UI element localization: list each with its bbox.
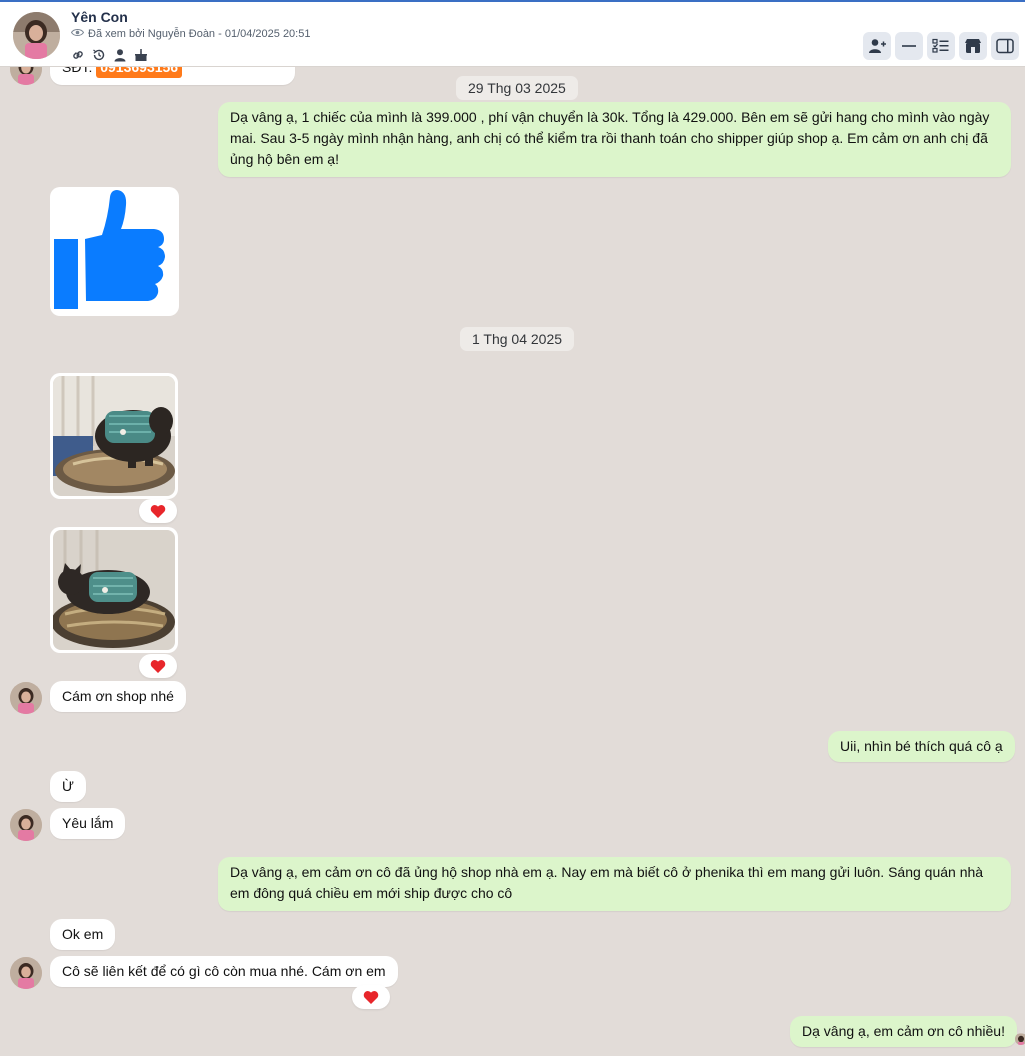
message-incoming[interactable]: Cô sẽ liên kết để có gì cô còn mua nhé. … <box>50 956 398 987</box>
contact-actions <box>70 47 148 62</box>
message-incoming[interactable]: Ừ <box>50 771 86 802</box>
link-icon[interactable] <box>70 47 85 62</box>
contact-avatar[interactable] <box>13 12 60 59</box>
heart-icon <box>150 504 166 518</box>
cat-photo[interactable] <box>50 527 178 653</box>
cat-on-mat-image <box>53 530 175 650</box>
reaction-heart[interactable] <box>139 499 177 523</box>
sender-avatar[interactable] <box>10 809 42 841</box>
contact-name[interactable]: Yên Con <box>71 9 128 25</box>
chat-header: Yên Con Đã xem bởi Nguyễn Đoàn - 01/04/2… <box>0 0 1025 67</box>
phone-number[interactable]: 0913693156 <box>96 67 183 78</box>
seen-status: Đã xem bởi Nguyễn Đoàn - 01/04/2025 20:5… <box>70 28 311 40</box>
message-outgoing[interactable]: Dạ vâng ạ, em cảm ơn cô nhiều! <box>790 1016 1017 1047</box>
checklist-icon[interactable] <box>927 32 955 60</box>
sender-avatar[interactable] <box>10 682 42 714</box>
heart-icon <box>150 659 166 673</box>
sender-avatar[interactable] <box>10 67 42 85</box>
phone-label: SĐT: <box>62 67 93 75</box>
seen-avatar <box>1015 1033 1025 1045</box>
date-separator: 29 Thg 03 2025 <box>456 76 578 100</box>
seen-text: Đã xem bởi Nguyễn Đoàn - 01/04/2025 20:5… <box>88 28 311 40</box>
reaction-heart[interactable] <box>352 985 390 1009</box>
person-icon[interactable] <box>112 47 127 62</box>
message-outgoing[interactable]: Dạ vâng ạ, em cảm ơn cô đã ủng hộ shop n… <box>218 857 1011 911</box>
cat-photo[interactable] <box>50 373 178 499</box>
message-outgoing[interactable]: Dạ vâng ạ, 1 chiếc của mình là 399.000 ,… <box>218 102 1011 177</box>
add-person-icon[interactable] <box>863 32 891 60</box>
like-sticker[interactable] <box>50 187 179 316</box>
message-incoming[interactable]: Cám ơn shop nhé <box>50 681 186 712</box>
date-separator: 1 Thg 04 2025 <box>460 327 575 351</box>
message-list[interactable]: SĐT: 0913693156 29 Thg 03 2025 Dạ vâng ạ… <box>0 67 1025 1056</box>
sender-avatar[interactable] <box>10 957 42 989</box>
message-outgoing[interactable]: Uii, nhìn bé thích quá cô ạ <box>828 731 1015 762</box>
message-phone[interactable]: SĐT: 0913693156 <box>50 67 295 85</box>
history-icon[interactable] <box>91 47 106 62</box>
panel-toggle-icon[interactable] <box>991 32 1019 60</box>
message-incoming[interactable]: Ok em <box>50 919 116 950</box>
eye-icon <box>70 28 85 40</box>
minimize-icon[interactable] <box>895 32 923 60</box>
cake-icon[interactable] <box>133 47 148 62</box>
heart-icon <box>363 990 379 1004</box>
header-toolbar <box>863 32 1019 60</box>
reaction-heart[interactable] <box>139 654 177 678</box>
store-icon[interactable] <box>959 32 987 60</box>
message-incoming[interactable]: Yêu lắm <box>50 808 126 839</box>
thumbs-up-icon <box>54 190 165 309</box>
cat-in-sweater-image <box>53 376 175 496</box>
